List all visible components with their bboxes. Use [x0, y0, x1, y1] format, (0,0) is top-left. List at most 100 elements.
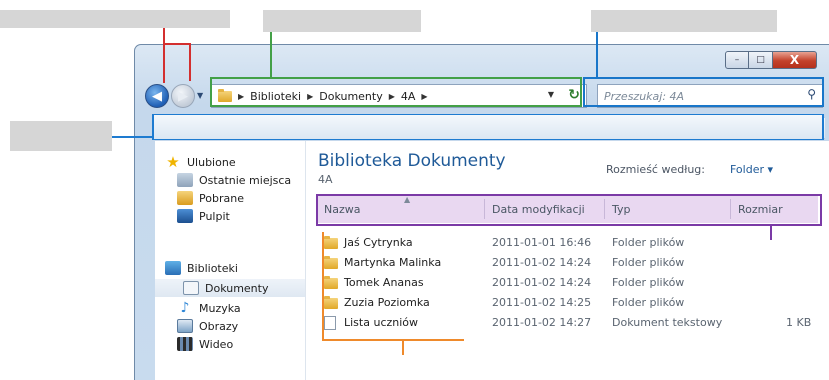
- address-bar[interactable]: ▶ Biblioteki ▶ Dokumenty ▶ 4A ▶ ▼ ↻: [211, 84, 587, 108]
- libraries-icon: [165, 261, 181, 275]
- organize-menu[interactable]: Organizuj ▾: [167, 122, 229, 135]
- callout-toolbar: [10, 121, 112, 151]
- back-arrow-icon: ◀: [152, 88, 162, 104]
- list-bracket: [322, 232, 324, 340]
- column-header-type[interactable]: Typ: [612, 203, 631, 216]
- new-folder-button[interactable]: Nowy folder: [405, 122, 471, 135]
- sidebar-item-videos[interactable]: Wideo: [177, 335, 233, 353]
- file-size: 1 KB: [786, 316, 812, 329]
- library-title: Biblioteka Dokumenty: [318, 151, 506, 171]
- leader-line-search: [596, 32, 598, 78]
- sidebar-item-pictures[interactable]: Obrazy: [177, 317, 238, 335]
- file-row[interactable]: Zuzia Poziomka 2011-01-02 14:25 Folder p…: [318, 293, 818, 313]
- search-input[interactable]: Przeszukaj: 4A ⚲: [597, 84, 823, 108]
- file-row[interactable]: Lista uczniów 2011-01-02 14:27 Dokument …: [318, 313, 818, 333]
- window-controls: – □ X: [725, 51, 817, 69]
- documents-icon: [183, 281, 199, 295]
- search-icon[interactable]: ⚲: [807, 87, 816, 101]
- share-menu[interactable]: Udostępnij ▾: [253, 122, 321, 135]
- forward-button[interactable]: ▶: [171, 84, 195, 108]
- callout-search-box: [591, 10, 777, 32]
- arrange-by-label: Rozmieść według:: [606, 163, 705, 176]
- column-header-size[interactable]: Rozmiar: [738, 203, 783, 216]
- leader-line-nav: [163, 28, 165, 83]
- sidebar-item-label: Pobrane: [199, 191, 244, 205]
- breadcrumb-4a[interactable]: 4A: [401, 90, 416, 103]
- content-pane: Biblioteka Dokumenty 4A Rozmieść według:…: [305, 141, 829, 380]
- toolbar-right: ?: [739, 120, 825, 136]
- sidebar-item-documents[interactable]: Dokumenty: [155, 279, 305, 297]
- column-divider[interactable]: [730, 199, 731, 219]
- column-divider[interactable]: [604, 199, 605, 219]
- recent-places-icon: [177, 173, 193, 187]
- file-date: 2011-01-02 14:27: [492, 316, 592, 329]
- column-divider[interactable]: [484, 199, 485, 219]
- music-icon: ♪: [180, 300, 190, 316]
- file-date: 2011-01-01 16:46: [492, 236, 592, 249]
- file-date: 2011-01-02 14:25: [492, 296, 592, 309]
- folder-icon: [324, 296, 338, 309]
- forward-arrow-icon: ▶: [178, 88, 188, 104]
- command-toolbar: Organizuj ▾ Udostępnij ▾ Nagraj Nowy fol…: [155, 117, 825, 139]
- sidebar-item-label: Dokumenty: [205, 281, 269, 295]
- sidebar-item-label: Ulubione: [187, 155, 236, 169]
- preview-pane-icon[interactable]: [773, 121, 789, 135]
- file-row[interactable]: Martynka Malinka 2011-01-02 14:24 Folder…: [318, 253, 818, 273]
- explorer-window: – □ X ◀ ▶ ▼ ▶ Biblioteki ▶ Dokumenty ▶ 4…: [134, 44, 829, 380]
- file-row[interactable]: Tomek Ananas 2011-01-02 14:24 Folder pli…: [318, 273, 818, 293]
- leader-line-nav: [189, 43, 191, 81]
- sort-ascending-icon: ▲: [404, 195, 411, 204]
- breadcrumb-documents[interactable]: Dokumenty: [319, 90, 382, 103]
- downloads-folder-icon: [177, 191, 193, 205]
- sidebar-item-recent-places[interactable]: Ostatnie miejsca: [177, 171, 291, 189]
- arrange-by-dropdown[interactable]: Folder ▾: [730, 163, 773, 176]
- navigation-pane: ★ Ulubione Ostatnie miejsca Pobrane Pulp…: [155, 141, 305, 380]
- file-name: Tomek Ananas: [344, 276, 424, 289]
- navigation-bar: ◀ ▶ ▼ ▶ Biblioteki ▶ Dokumenty ▶ 4A ▶ ▼ …: [145, 82, 823, 108]
- file-date: 2011-01-02 14:24: [492, 256, 592, 269]
- sidebar-item-libraries[interactable]: Biblioteki: [165, 259, 238, 277]
- column-header-name[interactable]: Nazwa: [324, 203, 360, 216]
- sidebar-item-desktop[interactable]: Pulpit: [177, 207, 230, 225]
- burn-button[interactable]: Nagraj: [344, 122, 380, 135]
- refresh-icon[interactable]: ↻: [568, 87, 580, 103]
- videos-icon: [177, 337, 193, 351]
- breadcrumb-separator-icon[interactable]: ▶: [307, 92, 313, 101]
- search-placeholder: Przeszukaj: 4A: [604, 89, 685, 103]
- sidebar-item-music[interactable]: ♪ Muzyka: [177, 299, 241, 317]
- help-icon[interactable]: ?: [803, 120, 819, 136]
- file-name: Zuzia Poziomka: [344, 296, 430, 309]
- sidebar-item-favorites[interactable]: ★ Ulubione: [165, 153, 236, 171]
- address-dropdown-icon[interactable]: ▼: [548, 90, 554, 99]
- file-type: Dokument tekstowy: [612, 316, 723, 329]
- file-type: Folder plików: [612, 256, 685, 269]
- folder-icon: [324, 236, 338, 249]
- file-type: Folder plików: [612, 276, 685, 289]
- close-button[interactable]: X: [773, 51, 817, 69]
- back-button[interactable]: ◀: [145, 84, 169, 108]
- file-row[interactable]: Jaś Cytrynka 2011-01-01 16:46 Folder pli…: [318, 233, 818, 253]
- minimize-button[interactable]: –: [725, 51, 749, 69]
- sidebar-item-label: Obrazy: [199, 319, 239, 333]
- leader-line-list: [402, 339, 404, 355]
- change-view-icon[interactable]: [739, 121, 759, 135]
- recent-pages-dropdown-icon[interactable]: ▼: [197, 91, 203, 100]
- file-name: Jaś Cytrynka: [344, 236, 413, 249]
- breadcrumb-separator-icon[interactable]: ▶: [238, 92, 244, 101]
- column-header-date[interactable]: Data modyfikacji: [492, 203, 585, 216]
- breadcrumb-separator-icon[interactable]: ▶: [421, 92, 427, 101]
- sidebar-item-label: Ostatnie miejsca: [199, 173, 292, 187]
- leader-line-toolbar: [112, 136, 153, 138]
- breadcrumb-libraries[interactable]: Biblioteki: [250, 90, 301, 103]
- text-document-icon: [324, 316, 336, 330]
- sidebar-item-label: Pulpit: [199, 209, 230, 223]
- leader-line-columns: [770, 226, 772, 240]
- folder-icon: [218, 88, 232, 102]
- file-date: 2011-01-02 14:24: [492, 276, 592, 289]
- desktop-icon: [177, 209, 193, 223]
- file-type: Folder plików: [612, 236, 685, 249]
- maximize-button[interactable]: □: [749, 51, 773, 69]
- sidebar-item-label: Muzyka: [199, 301, 241, 315]
- breadcrumb-separator-icon[interactable]: ▶: [389, 92, 395, 101]
- sidebar-item-downloads[interactable]: Pobrane: [177, 189, 244, 207]
